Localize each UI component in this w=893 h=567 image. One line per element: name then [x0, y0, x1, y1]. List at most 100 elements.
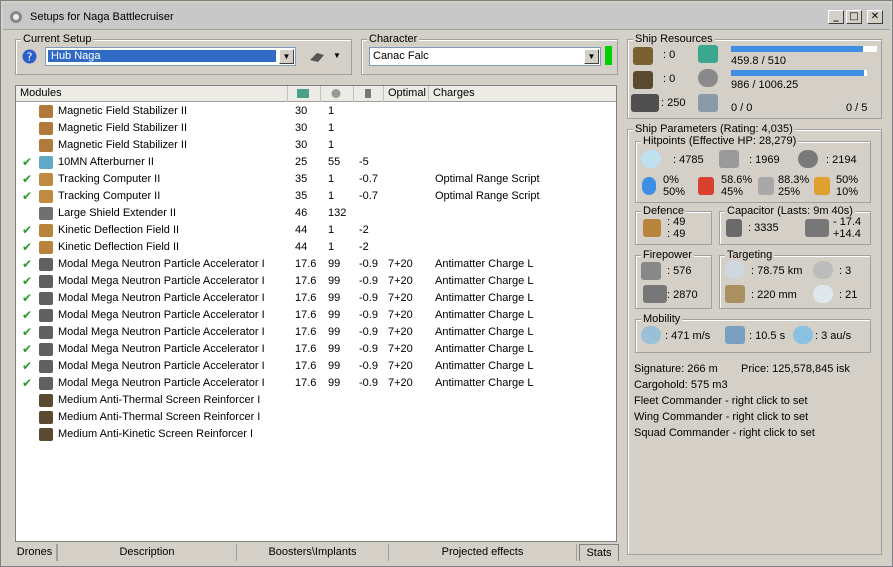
active-check-icon[interactable]: ✔ [22, 188, 32, 205]
module-cpu: 30 [295, 139, 308, 151]
character-label: Character [367, 33, 420, 45]
sensor-strength-value: : 21 [839, 289, 858, 301]
cpu-value: 459.8 / 510 [731, 55, 787, 67]
active-check-icon[interactable]: ✔ [22, 239, 32, 256]
module-name: Modal Mega Neutron Particle Accelerator … [58, 275, 265, 287]
powergrid-bar [731, 70, 865, 76]
chevron-down-icon: ▼ [333, 51, 341, 60]
module-cpu: 35 [295, 173, 308, 185]
dps-value: : 576 [667, 265, 692, 277]
module-name: Modal Mega Neutron Particle Accelerator … [58, 360, 265, 372]
max-targets-icon [813, 261, 833, 279]
table-row[interactable]: Magnetic Field Stabilizer II 30 1 [16, 120, 616, 137]
module-cpu: 17.6 [295, 275, 317, 287]
setup-menu-button[interactable]: ▼ [307, 48, 343, 66]
table-row[interactable]: Magnetic Field Stabilizer II 30 1 [16, 103, 616, 120]
tab-projected-effects[interactable]: Projected effects [389, 544, 577, 561]
col-optimal[interactable]: Optimal [384, 86, 429, 102]
table-row[interactable]: Large Shield Extender II 46 132 [16, 205, 616, 222]
active-check-icon[interactable]: ✔ [22, 290, 32, 307]
close-button[interactable]: ✕ [867, 10, 883, 24]
table-row[interactable]: ✔ Modal Mega Neutron Particle Accelerator… [16, 307, 616, 324]
table-row[interactable]: ✔ Tracking Computer II 35 1 -0.7 Optimal Rang… [16, 188, 616, 205]
active-check-icon[interactable]: ✔ [22, 307, 32, 324]
maximize-button[interactable]: □ [846, 10, 862, 24]
module-charge: Antimatter Charge L [435, 377, 534, 389]
module-icon [39, 190, 53, 203]
tab-stats[interactable]: Stats [579, 544, 619, 561]
cap-recharge: +14.4 [833, 228, 861, 240]
character-select-value: Canac Falc [373, 50, 429, 62]
fleet-commander[interactable]: Fleet Commander - right click to set [634, 395, 808, 407]
active-check-icon[interactable]: ✔ [22, 256, 32, 273]
table-row[interactable]: ✔ Modal Mega Neutron Particle Accelerator… [16, 290, 616, 307]
table-row[interactable]: ✔ Modal Mega Neutron Particle Accelerator… [16, 256, 616, 273]
module-icon [39, 105, 53, 118]
kinetic-resist-a: 88.3% [778, 174, 810, 186]
module-charge: Antimatter Charge L [435, 275, 534, 287]
active-check-icon[interactable]: ✔ [22, 222, 32, 239]
title-bar: Setups for Naga Battlecruiser _ □ ✕ [3, 3, 890, 30]
chevron-down-icon[interactable]: ▼ [279, 49, 294, 64]
wing-commander[interactable]: Wing Commander - right click to set [634, 411, 808, 423]
tab-description[interactable]: Description [57, 544, 237, 561]
squad-commander[interactable]: Squad Commander - right click to set [634, 427, 815, 439]
table-row[interactable]: ✔ Modal Mega Neutron Particle Accelerator… [16, 358, 616, 375]
module-powergrid: 99 [328, 377, 341, 389]
sensor-strength-icon [813, 285, 833, 303]
module-cpu: 25 [295, 156, 308, 168]
active-check-icon[interactable]: ✔ [22, 341, 32, 358]
modules-table[interactable]: Modules Optimal Charges Magnetic Field S… [15, 85, 617, 542]
table-row[interactable]: ✔ Kinetic Deflection Field II 44 1 -2 [16, 239, 616, 256]
turret-value: : 250 [661, 97, 686, 109]
col-capacitor[interactable] [354, 86, 384, 102]
col-charges[interactable]: Charges [429, 86, 618, 102]
active-check-icon[interactable]: ✔ [22, 171, 32, 188]
module-charge: Optimal Range Script [435, 190, 540, 202]
tab-drones[interactable]: Drones [13, 544, 57, 561]
tab-boosters-implants[interactable]: Boosters\Implants [237, 544, 389, 561]
module-icon [39, 156, 53, 169]
chevron-down-icon[interactable]: ▼ [584, 49, 599, 64]
table-row[interactable]: ✔ Tracking Computer II 35 1 -0.7 Optimal Rang… [16, 171, 616, 188]
app-icon [10, 11, 22, 23]
table-header: Modules Optimal Charges [16, 86, 616, 102]
table-row[interactable]: ✔ Modal Mega Neutron Particle Accelerator… [16, 341, 616, 358]
table-row[interactable]: ✔ Modal Mega Neutron Particle Accelerator… [16, 375, 616, 392]
character-select[interactable]: Canac Falc ▼ [369, 47, 601, 66]
help-icon[interactable]: ? [22, 49, 37, 64]
col-powergrid[interactable] [321, 86, 354, 102]
active-check-icon[interactable]: ✔ [22, 154, 32, 171]
module-icon [39, 122, 53, 135]
warp-value: : 3 au/s [815, 330, 852, 342]
table-row[interactable]: ✔ Modal Mega Neutron Particle Accelerator… [16, 273, 616, 290]
thermal-resist-icon [698, 177, 714, 195]
module-charge: Antimatter Charge L [435, 360, 534, 372]
module-icon [39, 173, 53, 186]
table-row[interactable]: ✔ Modal Mega Neutron Particle Accelerator… [16, 324, 616, 341]
active-check-icon[interactable]: ✔ [22, 358, 32, 375]
minimize-button[interactable]: _ [828, 10, 844, 24]
module-capacitor: -0.9 [359, 309, 378, 321]
table-row[interactable]: Medium Anti-Thermal Screen Reinforcer I [16, 392, 616, 409]
col-modules[interactable]: Modules [16, 86, 288, 102]
module-capacitor: -2 [359, 224, 369, 236]
module-name: Modal Mega Neutron Particle Accelerator … [58, 343, 265, 355]
module-powergrid: 99 [328, 360, 341, 372]
col-cpu[interactable] [288, 86, 321, 102]
module-icon [39, 428, 53, 441]
table-row[interactable]: Medium Anti-Thermal Screen Reinforcer I [16, 409, 616, 426]
active-check-icon[interactable]: ✔ [22, 324, 32, 341]
active-check-icon[interactable]: ✔ [22, 273, 32, 290]
table-row[interactable]: Magnetic Field Stabilizer II 30 1 [16, 137, 616, 154]
active-check-icon[interactable]: ✔ [22, 375, 32, 392]
table-row[interactable]: Medium Anti-Kinetic Screen Reinforcer I [16, 426, 616, 443]
module-name: Modal Mega Neutron Particle Accelerator … [58, 377, 265, 389]
setup-select[interactable]: Hub Naga ▼ [45, 47, 296, 66]
scan-resolution-value: : 220 mm [751, 289, 797, 301]
table-row[interactable]: ✔ 10MN Afterburner II 25 55 -5 [16, 154, 616, 171]
module-cpu: 30 [295, 122, 308, 134]
module-cpu: 44 [295, 224, 308, 236]
module-cpu: 17.6 [295, 343, 317, 355]
table-row[interactable]: ✔ Kinetic Deflection Field II 44 1 -2 [16, 222, 616, 239]
